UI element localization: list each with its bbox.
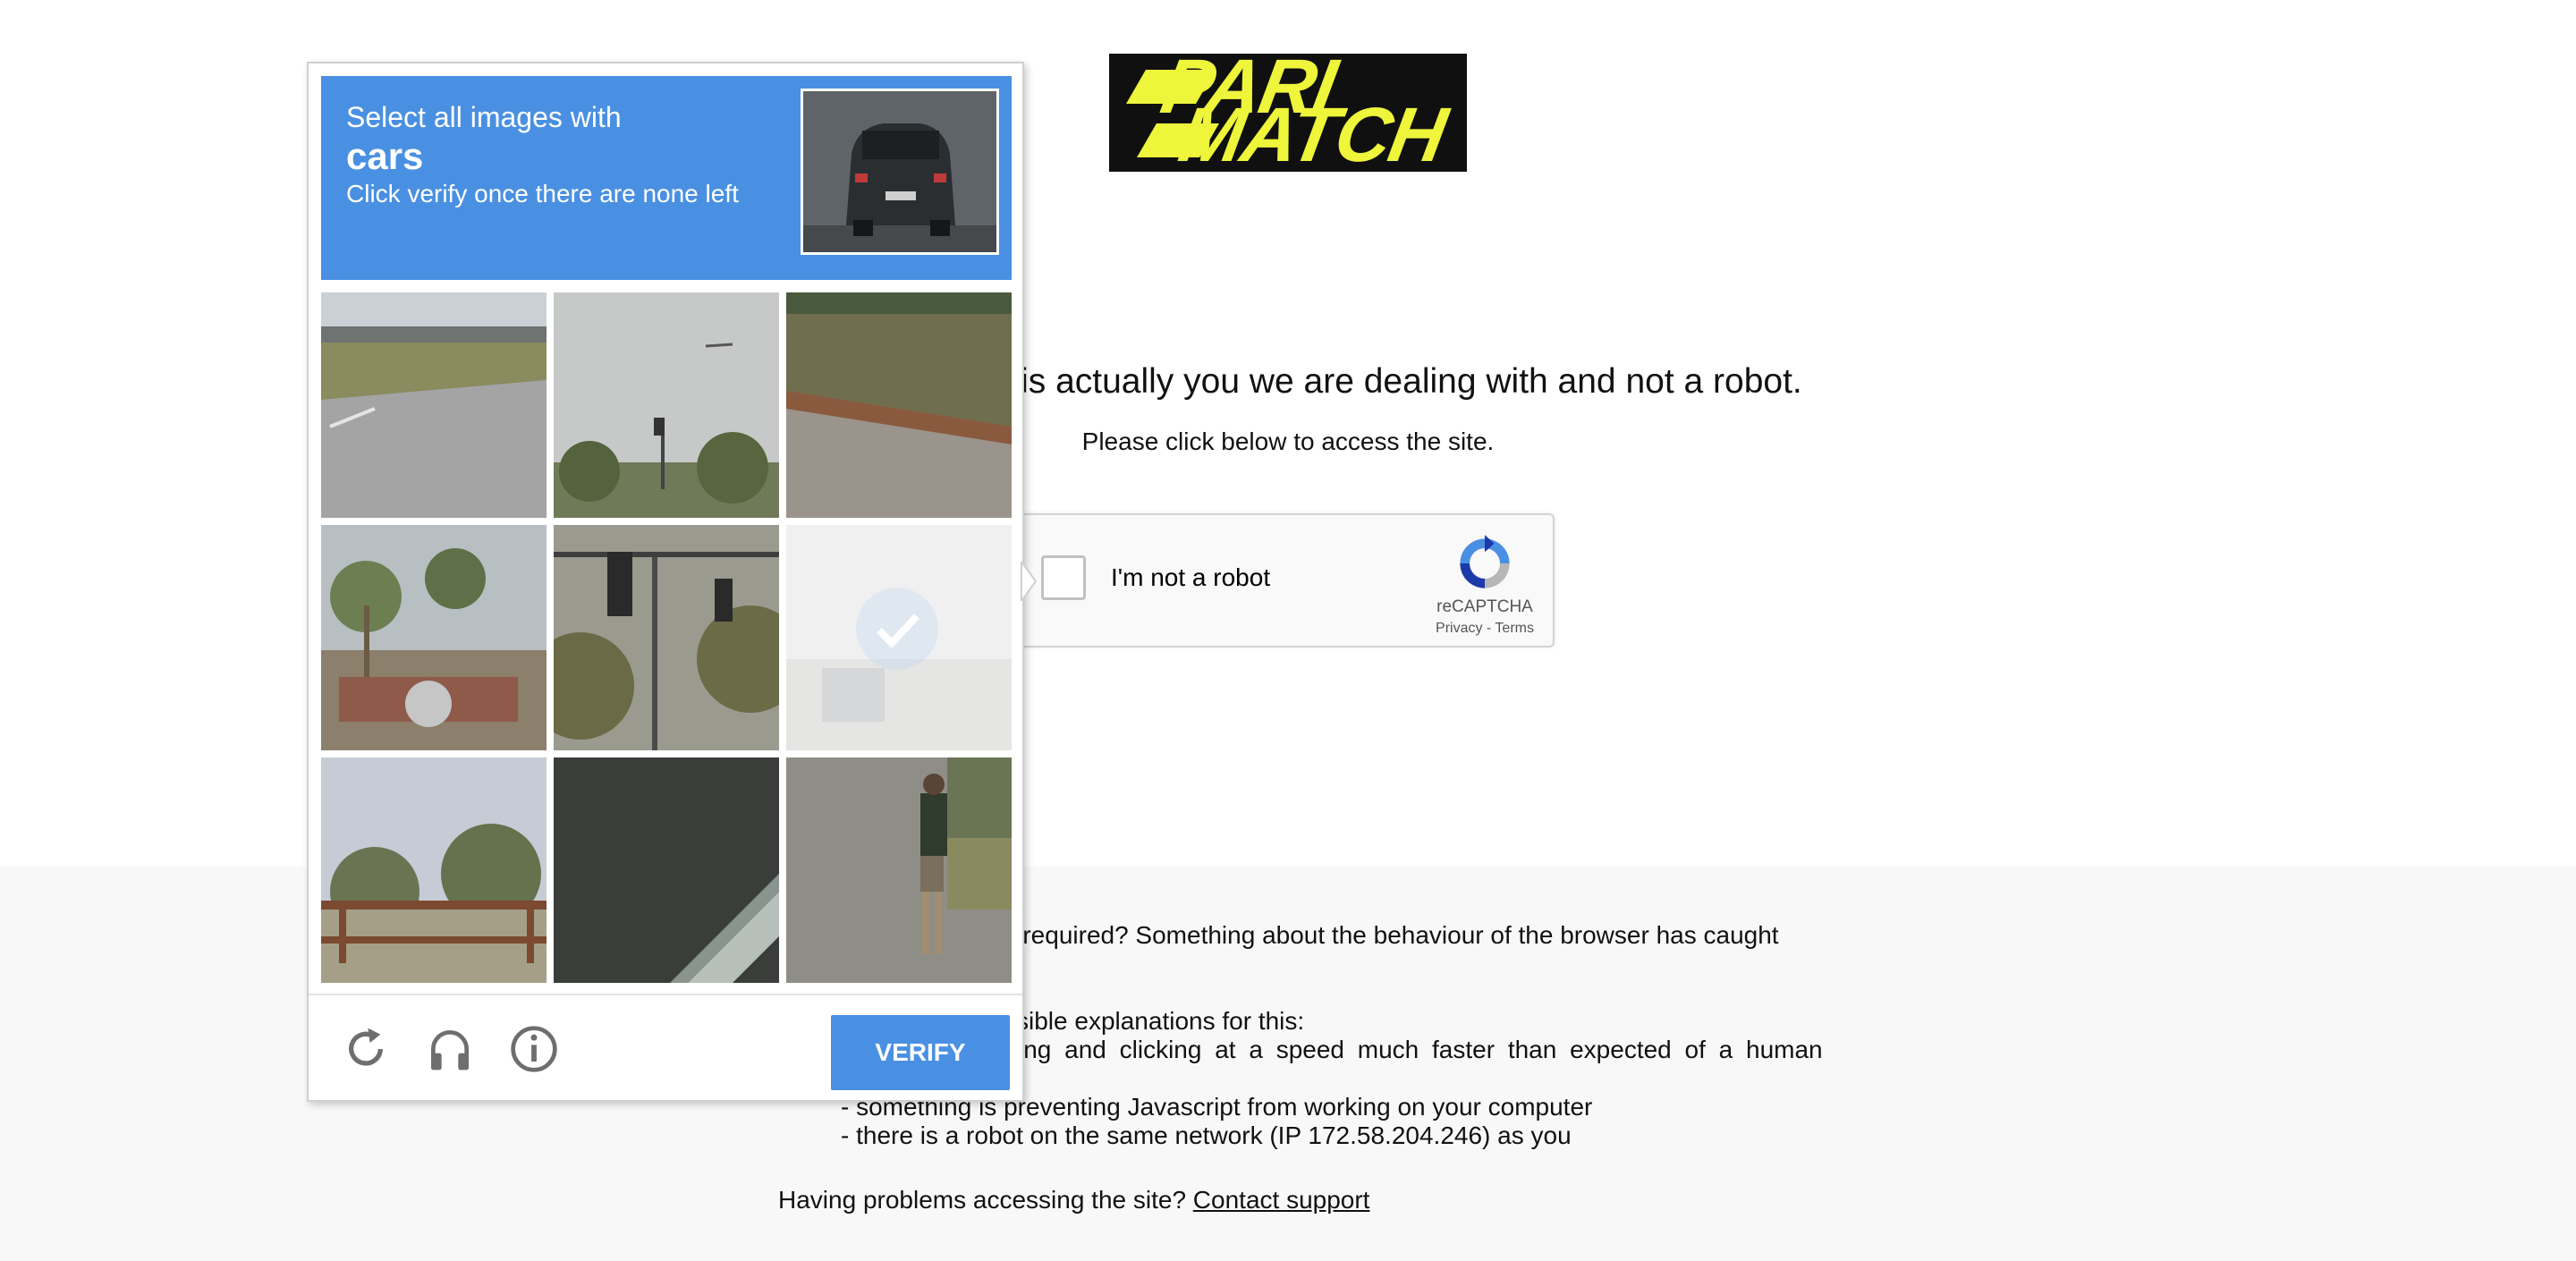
recaptcha-logo-icon [1460, 535, 1510, 588]
verify-button[interactable]: VERIFY [831, 1015, 1010, 1090]
recaptcha-checkbox[interactable] [1041, 555, 1086, 600]
challenge-target: cars [346, 135, 424, 177]
problems-text: Having problems accessing the site? [778, 1186, 1187, 1214]
info-icon[interactable] [509, 1024, 559, 1074]
footer-reason-1: ing and clicking at a speed much faster … [1018, 1036, 1823, 1063]
challenge-tile-9[interactable] [786, 757, 1012, 983]
recaptcha-challenge-popup: Select all images with cars Click verify… [307, 62, 1024, 1102]
footer-problems: Having problems accessing the site? Cont… [778, 1186, 1369, 1214]
challenge-tile-8[interactable] [554, 757, 779, 983]
parimatch-logo: PARI MATCH [1109, 54, 1467, 172]
challenge-tile-6[interactable] [786, 525, 1012, 750]
logo-text-line2: MATCH [1173, 92, 1452, 172]
challenge-header: Select all images with cars Click verify… [321, 76, 1012, 280]
challenge-sample-image [801, 89, 999, 255]
challenge-footer: VERIFY [309, 994, 1022, 1104]
recaptcha-widget: I'm not a robot reCAPTCHA Privacy - Term… [1011, 513, 1555, 647]
popup-callout-arrow [1021, 562, 1038, 601]
recaptcha-brand: reCAPTCHA [1436, 597, 1533, 616]
footer-reason-3: - there is a robot on the same network (… [841, 1121, 1572, 1149]
challenge-prompt: Select all images with [346, 101, 622, 133]
challenge-tile-1[interactable] [321, 292, 547, 518]
challenge-tile-7[interactable] [321, 757, 547, 983]
footer-why-text: n required? Something about the behaviou… [1002, 921, 1779, 949]
recaptcha-label: I'm not a robot [1111, 563, 1271, 591]
challenge-tile-4[interactable] [321, 525, 547, 750]
recaptcha-links[interactable]: Privacy - Terms [1424, 621, 1546, 637]
challenge-instruction: Click verify once there are none left [346, 180, 739, 207]
tile-selected-check-icon [856, 588, 938, 670]
audio-icon[interactable] [425, 1024, 475, 1074]
challenge-tile-5[interactable] [554, 525, 779, 750]
challenge-tile-3[interactable] [786, 292, 1012, 518]
challenge-grid [321, 292, 1012, 986]
challenge-tile-2[interactable] [554, 292, 779, 518]
contact-support-link[interactable]: Contact support [1193, 1186, 1370, 1214]
reload-icon[interactable] [341, 1024, 391, 1074]
footer-explanations-heading: sible explanations for this: [1016, 1007, 1305, 1035]
